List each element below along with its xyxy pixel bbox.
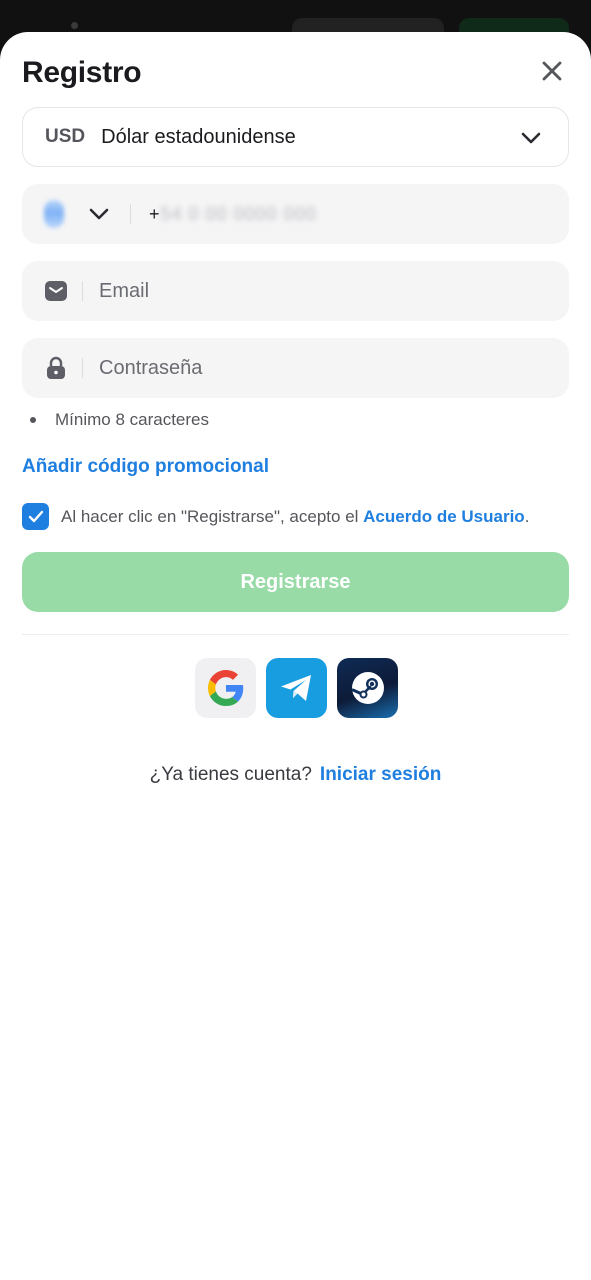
login-question: ¿Ya tienes cuenta?: [149, 764, 312, 785]
envelope-icon: [44, 279, 68, 303]
telegram-login-button[interactable]: [266, 658, 327, 718]
email-input[interactable]: Email: [99, 280, 149, 303]
phone-field[interactable]: + 54 0 00 0000 000: [22, 184, 569, 244]
agreement-text-main: Al hacer clic en "Registrarse", acepto e…: [61, 506, 364, 526]
phone-input[interactable]: 54 0 00 0000 000: [161, 204, 317, 225]
login-link[interactable]: Iniciar sesión: [320, 764, 441, 785]
field-divider: [130, 204, 131, 224]
close-icon: [542, 61, 562, 81]
agreement-checkbox[interactable]: [22, 503, 49, 530]
chevron-down-icon[interactable]: [88, 203, 110, 225]
login-prompt: ¿Ya tienes cuenta? Iniciar sesión: [0, 764, 591, 786]
background-dot: [71, 22, 78, 29]
currency-select[interactable]: USD Dólar estadounidense: [22, 107, 569, 167]
agreement-text: Al hacer clic en "Registrarse", acepto e…: [61, 507, 529, 527]
email-field[interactable]: Email: [22, 261, 569, 321]
field-divider: [82, 281, 83, 301]
agreement-suffix: .: [524, 506, 530, 526]
checkmark-icon: [28, 510, 43, 522]
currency-name: Dólar estadounidense: [101, 125, 296, 148]
phone-prefix: +: [149, 203, 160, 224]
password-input[interactable]: Contraseña: [99, 357, 202, 380]
country-flag-icon[interactable]: [44, 200, 64, 228]
password-field[interactable]: Contraseña: [22, 338, 569, 398]
section-divider: [22, 634, 569, 635]
close-button[interactable]: [537, 56, 567, 86]
add-promo-code-link[interactable]: Añadir código promocional: [22, 456, 269, 478]
sheet-title: Registro: [22, 56, 142, 89]
currency-code: USD: [45, 126, 86, 147]
steam-login-button[interactable]: [337, 658, 398, 718]
register-button[interactable]: Registrarse: [22, 552, 569, 612]
chevron-down-icon: [521, 132, 541, 144]
user-agreement-link[interactable]: Acuerdo de Usuario: [363, 507, 525, 526]
google-icon: [207, 670, 243, 706]
social-login-buttons: [195, 658, 398, 718]
password-hint: Mínimo 8 caracteres: [30, 410, 209, 430]
lock-icon: [44, 356, 68, 380]
bullet-dot: [30, 417, 36, 423]
telegram-icon: [280, 675, 311, 701]
agreement-row: Al hacer clic en "Registrarse", acepto e…: [22, 503, 529, 530]
registration-sheet: Registro USD Dólar estadounidense + 54 0…: [0, 32, 591, 1280]
steam-icon: [351, 672, 384, 704]
field-divider: [82, 358, 83, 378]
google-login-button[interactable]: [195, 658, 256, 718]
password-hint-text: Mínimo 8 caracteres: [55, 410, 209, 429]
